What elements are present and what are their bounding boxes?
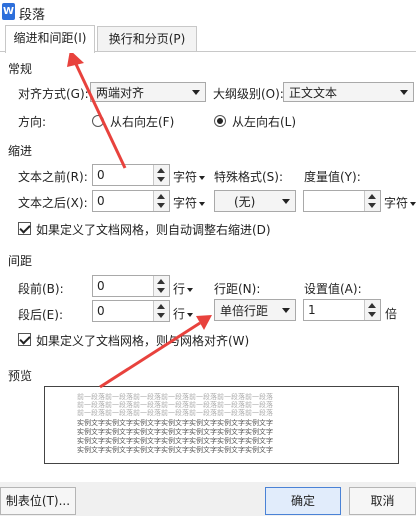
annotation-arrows bbox=[67, 50, 212, 389]
annotation-arrow-line-2 bbox=[99, 321, 201, 389]
annotation-arrow-line-1 bbox=[73, 61, 127, 169]
tab-indent-spacing[interactable]: 缩进和间距(I) bbox=[5, 25, 95, 53]
